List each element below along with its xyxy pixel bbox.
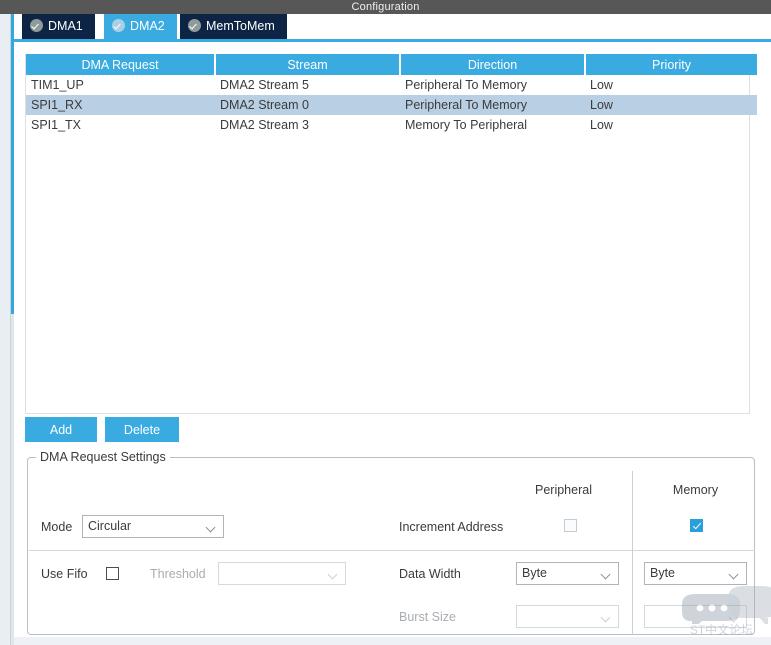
column-header-memory: Memory <box>672 483 719 497</box>
cell-direction: Memory To Peripheral <box>405 118 528 132</box>
group-horizontal-divider <box>29 550 755 551</box>
threshold-label: Threshold <box>150 567 206 581</box>
use-fifo-checkbox[interactable] <box>106 567 119 580</box>
tab-dma2[interactable]: DMA2 <box>104 14 177 39</box>
data-width-label: Data Width <box>399 567 461 581</box>
mode-label: Mode <box>41 520 73 534</box>
check-circle-icon <box>112 19 125 32</box>
cell-direction: Peripheral To Memory <box>400 95 585 115</box>
tab-memtomem[interactable]: MemToMem <box>180 14 287 39</box>
data-width-peripheral-value: Byte <box>522 566 548 580</box>
table-header-row: DMA Request Stream Direction Priority <box>26 54 757 75</box>
delete-button[interactable]: Delete <box>105 417 179 442</box>
chevron-down-icon <box>730 614 738 619</box>
increment-address-peripheral-checkbox[interactable] <box>564 519 577 532</box>
group-legend: DMA Request Settings <box>36 450 170 464</box>
window-titlebar: Configuration <box>0 0 771 14</box>
column-header-direction[interactable]: Direction <box>400 54 586 75</box>
burst-size-memory-select[interactable] <box>644 605 747 628</box>
cell-dma-request: SPI1_RX <box>26 95 215 115</box>
cell-stream: DMA2 Stream 0 <box>215 95 400 115</box>
check-circle-icon <box>188 19 201 32</box>
cell-priority: Low <box>585 95 757 115</box>
column-header-priority[interactable]: Priority <box>585 54 757 75</box>
check-circle-icon <box>30 19 43 32</box>
mode-select-value: Circular <box>88 519 132 533</box>
cell-dma-request: SPI1_TX <box>31 118 82 132</box>
column-header-dma-request[interactable]: DMA Request <box>26 54 216 75</box>
data-width-memory-value: Byte <box>650 566 676 580</box>
dma-request-table: DMA Request Stream Direction Priority TI… <box>26 54 757 135</box>
tab-underline <box>14 39 771 42</box>
table-row[interactable]: TIM1_UP DMA2 Stream 5 Peripheral To Memo… <box>26 75 757 95</box>
column-header-peripheral: Peripheral <box>535 483 592 497</box>
tab-dma1[interactable]: DMA1 <box>22 14 95 39</box>
tab-dma2-label: DMA2 <box>130 19 165 33</box>
column-header-stream[interactable]: Stream <box>215 54 401 75</box>
cell-stream: DMA2 Stream 5 <box>220 78 309 92</box>
table-row[interactable]: SPI1_RX DMA2 Stream 0 Peripheral To Memo… <box>26 95 757 115</box>
bottom-frame <box>14 637 771 645</box>
chevron-down-icon <box>207 524 215 529</box>
window-title: Configuration <box>351 1 420 13</box>
dma-request-settings-group: DMA Request Settings Peripheral Memory M… <box>27 450 755 635</box>
increment-address-label: Increment Address <box>399 520 504 534</box>
left-edge-panel <box>0 14 11 645</box>
chevron-down-icon <box>329 571 337 576</box>
burst-size-peripheral-select[interactable] <box>516 605 619 628</box>
cell-priority: Low <box>590 78 613 92</box>
add-button[interactable]: Add <box>25 417 97 442</box>
chevron-down-icon <box>602 571 610 576</box>
left-edge-accent-bar <box>11 14 14 314</box>
tab-memtomem-label: MemToMem <box>206 19 275 33</box>
cell-dma-request: TIM1_UP <box>31 78 84 92</box>
mode-select[interactable]: Circular <box>82 515 224 538</box>
peripheral-memory-divider <box>632 471 633 635</box>
threshold-select[interactable] <box>218 562 346 585</box>
increment-address-memory-checkbox[interactable] <box>690 519 703 532</box>
data-width-memory-select[interactable]: Byte <box>644 562 747 585</box>
dma-request-table-container: DMA Request Stream Direction Priority TI… <box>25 54 757 414</box>
data-width-peripheral-select[interactable]: Byte <box>516 562 619 585</box>
tab-strip: DMA1 DMA2 MemToMem <box>14 14 771 42</box>
table-row[interactable]: SPI1_TX DMA2 Stream 3 Memory To Peripher… <box>26 115 757 135</box>
chevron-down-icon <box>602 614 610 619</box>
cell-direction: Peripheral To Memory <box>405 78 528 92</box>
cell-priority: Low <box>590 118 613 132</box>
cell-stream: DMA2 Stream 3 <box>220 118 309 132</box>
burst-size-label: Burst Size <box>399 610 456 624</box>
use-fifo-label: Use Fifo <box>41 567 88 581</box>
tab-dma1-label: DMA1 <box>48 19 83 33</box>
chevron-down-icon <box>730 571 738 576</box>
